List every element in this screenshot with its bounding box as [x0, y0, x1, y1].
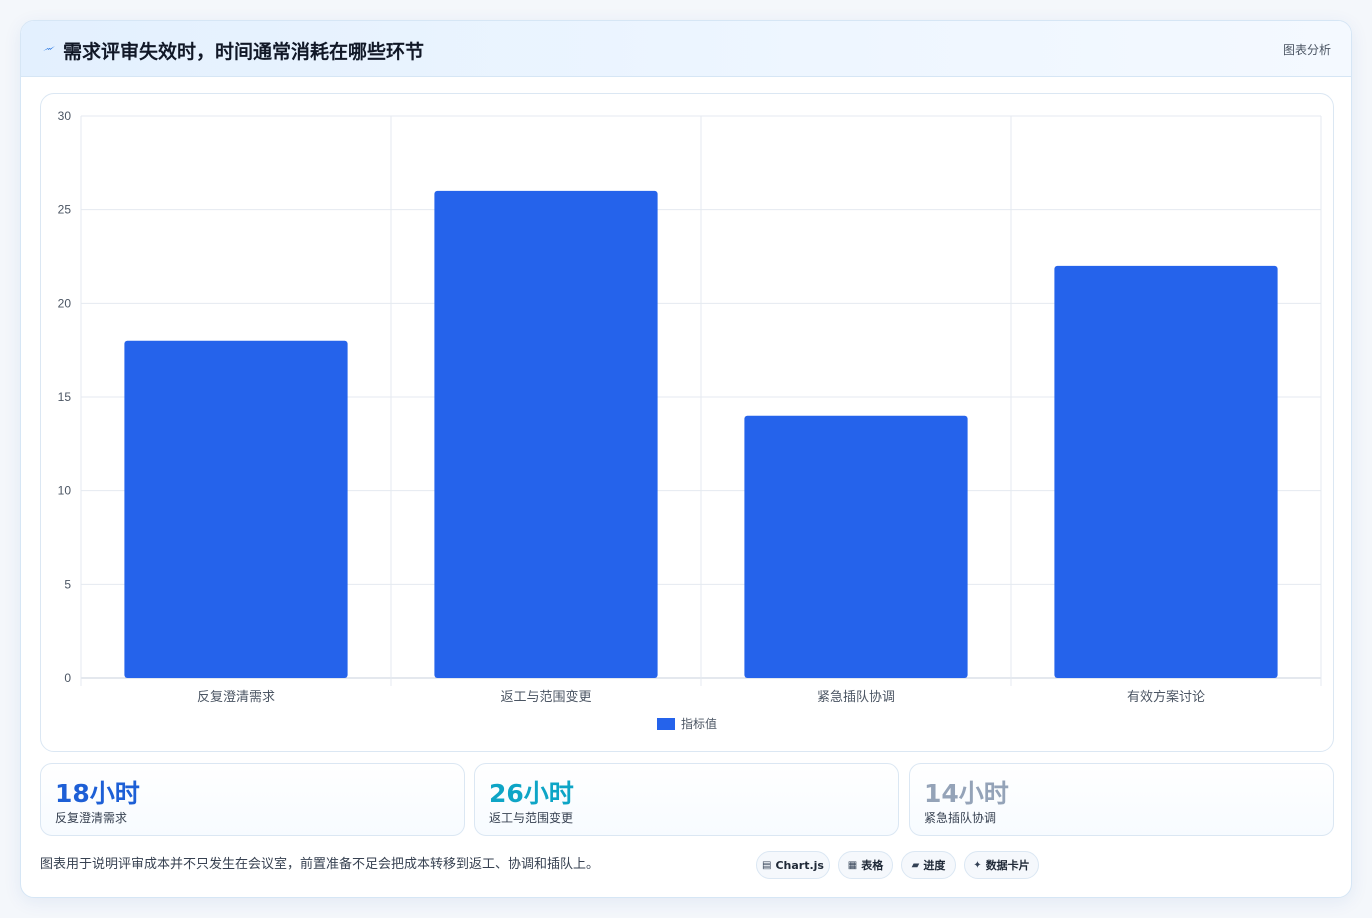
chip-label-progress: 进度	[923, 859, 946, 872]
card-header: 需求评审失效时，时间通常消耗在哪些环节 图表分析	[21, 21, 1351, 77]
stat-value-2: 26小时	[489, 779, 574, 808]
bar	[124, 340, 348, 678]
chart-panel: 0 5 10 15 20 25 30 反复澄清需求 返工与范围变更 紧急插队协调 有效方案讨论指标值	[40, 93, 1334, 752]
chart-card: 需求评审失效时，时间通常消耗在哪些环节 图表分析 0 5 10 15 20 25 30 反复澄…	[20, 20, 1352, 898]
sparkle-icon: ✦	[973, 859, 982, 871]
bar	[744, 415, 968, 678]
y-tick-label: 0	[64, 671, 71, 685]
chip-chartjs[interactable]: ▤ Chart.js	[756, 851, 830, 879]
bar	[1054, 265, 1278, 678]
chart-icon: ▤	[762, 859, 772, 871]
stat-label-2: 返工与范围变更	[489, 811, 574, 825]
legend-swatch	[657, 718, 675, 730]
lightning-icon	[43, 46, 55, 51]
chip-table[interactable]: ▦ 表格	[838, 851, 893, 879]
x-tick-label: 有效方案讨论	[1127, 689, 1205, 705]
stat-label-1: 反复澄清需求	[55, 811, 128, 825]
stat-label-3: 紧急插队协调	[924, 811, 997, 825]
chip-label-chartjs: Chart.js	[775, 858, 824, 872]
x-tick-label: 紧急插队协调	[817, 690, 895, 705]
stat-value-1: 18小时	[55, 779, 140, 808]
bar-chart: 0 5 10 15 20 25 30 反复澄清需求 返工与范围变更 紧急插队协调 有效方案讨论指标值	[58, 109, 1322, 731]
stat-card-1: 18小时 反复澄清需求	[40, 763, 465, 836]
bar	[434, 190, 658, 678]
y-tick-label: 20	[58, 296, 72, 310]
progress-icon: ▰	[911, 859, 920, 871]
stat-value-3: 14小时	[924, 779, 1009, 808]
chip-label-table: 表格	[861, 859, 884, 872]
y-tick-label: 15	[58, 390, 72, 404]
y-tick-label: 10	[58, 484, 72, 498]
legend-label: 指标值	[681, 716, 717, 731]
stat-card-2: 26小时 返工与范围变更	[474, 763, 899, 836]
chip-label-data-cards: 数据卡片	[985, 859, 1030, 872]
chip-progress[interactable]: ▰ 进度	[901, 851, 956, 879]
y-tick-label: 30	[58, 109, 72, 123]
chart-analysis-tag: 图表分析	[1282, 43, 1331, 57]
x-tick-label: 返工与范围变更	[500, 689, 591, 705]
page-title: 需求评审失效时，时间通常消耗在哪些环节	[63, 41, 425, 63]
table-icon: ▦	[847, 859, 858, 871]
y-tick-label: 5	[64, 577, 71, 591]
x-tick-label: 反复澄清需求	[197, 690, 275, 705]
y-tick-label: 25	[58, 203, 72, 217]
stat-card-3: 14小时 紧急插队协调	[909, 763, 1334, 836]
chip-data-cards[interactable]: ✦ 数据卡片	[964, 851, 1039, 879]
chart-footnote: 图表用于说明评审成本并不只发生在会议室，前置准备不足会把成本转移到返工、协调和插…	[40, 857, 600, 872]
